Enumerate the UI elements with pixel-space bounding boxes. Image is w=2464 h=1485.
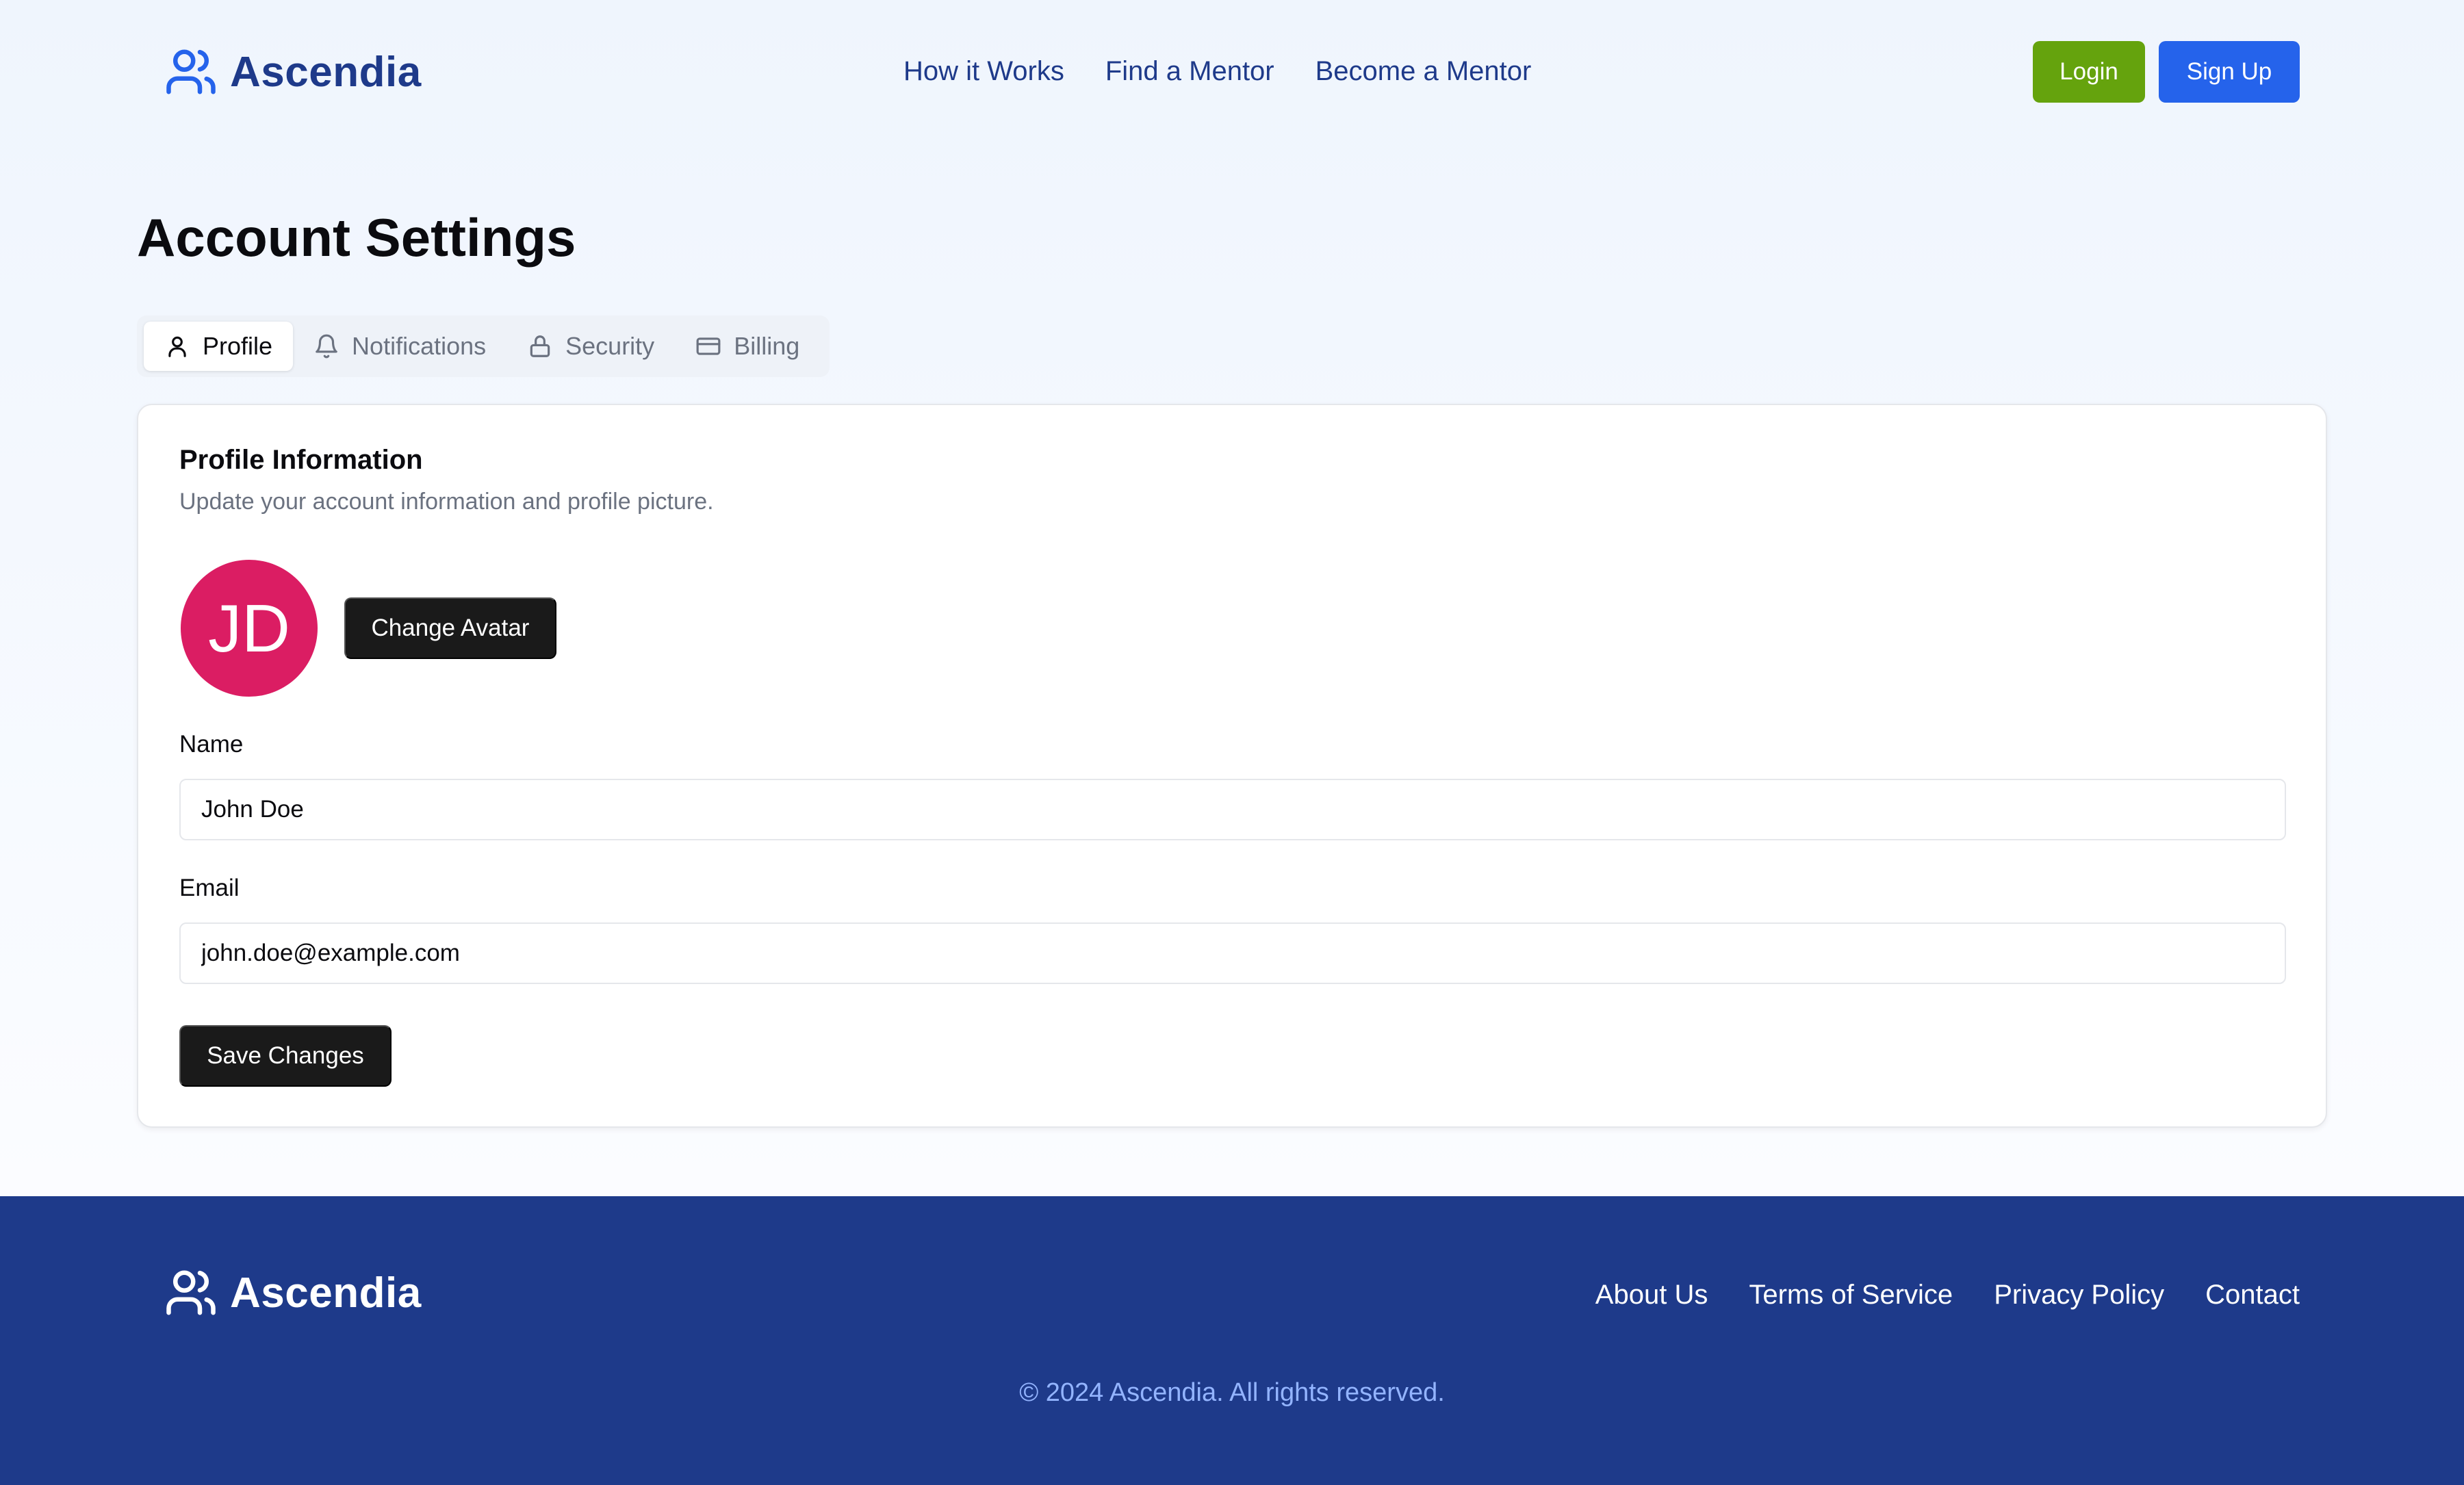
profile-card: Profile Information Update your account …	[137, 404, 2327, 1128]
tab-billing[interactable]: Billing	[675, 322, 820, 371]
user-icon	[164, 333, 190, 359]
nav-link-become-a-mentor[interactable]: Become a Mentor	[1316, 56, 1532, 87]
footer-link-privacy-policy[interactable]: Privacy Policy	[1994, 1280, 2164, 1310]
tab-profile[interactable]: Profile	[144, 322, 294, 371]
nav-link-how-it-works[interactable]: How it Works	[903, 56, 1064, 87]
brand-name: Ascendia	[230, 48, 422, 96]
footer-nav: About Us Terms of Service Privacy Policy…	[1595, 1274, 2300, 1315]
page-title: Account Settings	[137, 207, 576, 268]
login-button[interactable]: Login	[2033, 41, 2145, 103]
footer-link-terms-of-service[interactable]: Terms of Service	[1749, 1280, 1953, 1310]
site-footer: Ascendia About Us Terms of Service Priva…	[0, 1196, 2464, 1485]
tab-notifications[interactable]: Notifications	[293, 322, 506, 371]
auth-buttons: Login Sign Up	[2033, 41, 2300, 103]
tab-label: Notifications	[352, 332, 487, 360]
nav-link-find-a-mentor[interactable]: Find a Mentor	[1105, 56, 1274, 87]
lock-icon	[527, 333, 553, 359]
bell-icon	[313, 333, 339, 359]
footer-link-contact[interactable]: Contact	[2205, 1280, 2300, 1310]
footer-brand-name: Ascendia	[230, 1269, 422, 1317]
name-label: Name	[179, 731, 244, 758]
avatar: JD	[181, 560, 318, 697]
name-field[interactable]	[179, 779, 2286, 840]
credit-card-icon	[695, 333, 721, 359]
tab-label: Security	[565, 332, 655, 360]
brand-logo[interactable]: Ascendia	[164, 41, 422, 103]
tab-label: Billing	[734, 332, 800, 360]
users-icon	[164, 45, 218, 99]
copyright-text: © 2024 Ascendia. All rights reserved.	[1019, 1378, 1445, 1407]
site-header: Ascendia How it Works Find a Mentor Beco…	[0, 0, 2464, 144]
save-changes-button[interactable]: Save Changes	[179, 1025, 392, 1087]
card-title: Profile Information	[179, 445, 423, 475]
card-subtitle: Update your account information and prof…	[179, 489, 714, 515]
email-label: Email	[179, 875, 240, 901]
main-nav: How it Works Find a Mentor Become a Ment…	[903, 51, 1531, 92]
users-icon	[164, 1266, 218, 1319]
signup-button[interactable]: Sign Up	[2159, 41, 2300, 103]
footer-link-about-us[interactable]: About Us	[1595, 1280, 1708, 1310]
tab-label: Profile	[203, 332, 273, 360]
tab-security[interactable]: Security	[506, 322, 675, 371]
settings-tabs: Profile Notifications Security Billing	[137, 315, 830, 377]
email-field[interactable]	[179, 922, 2286, 984]
footer-brand-logo[interactable]: Ascendia	[164, 1262, 422, 1323]
change-avatar-button[interactable]: Change Avatar	[344, 597, 556, 659]
